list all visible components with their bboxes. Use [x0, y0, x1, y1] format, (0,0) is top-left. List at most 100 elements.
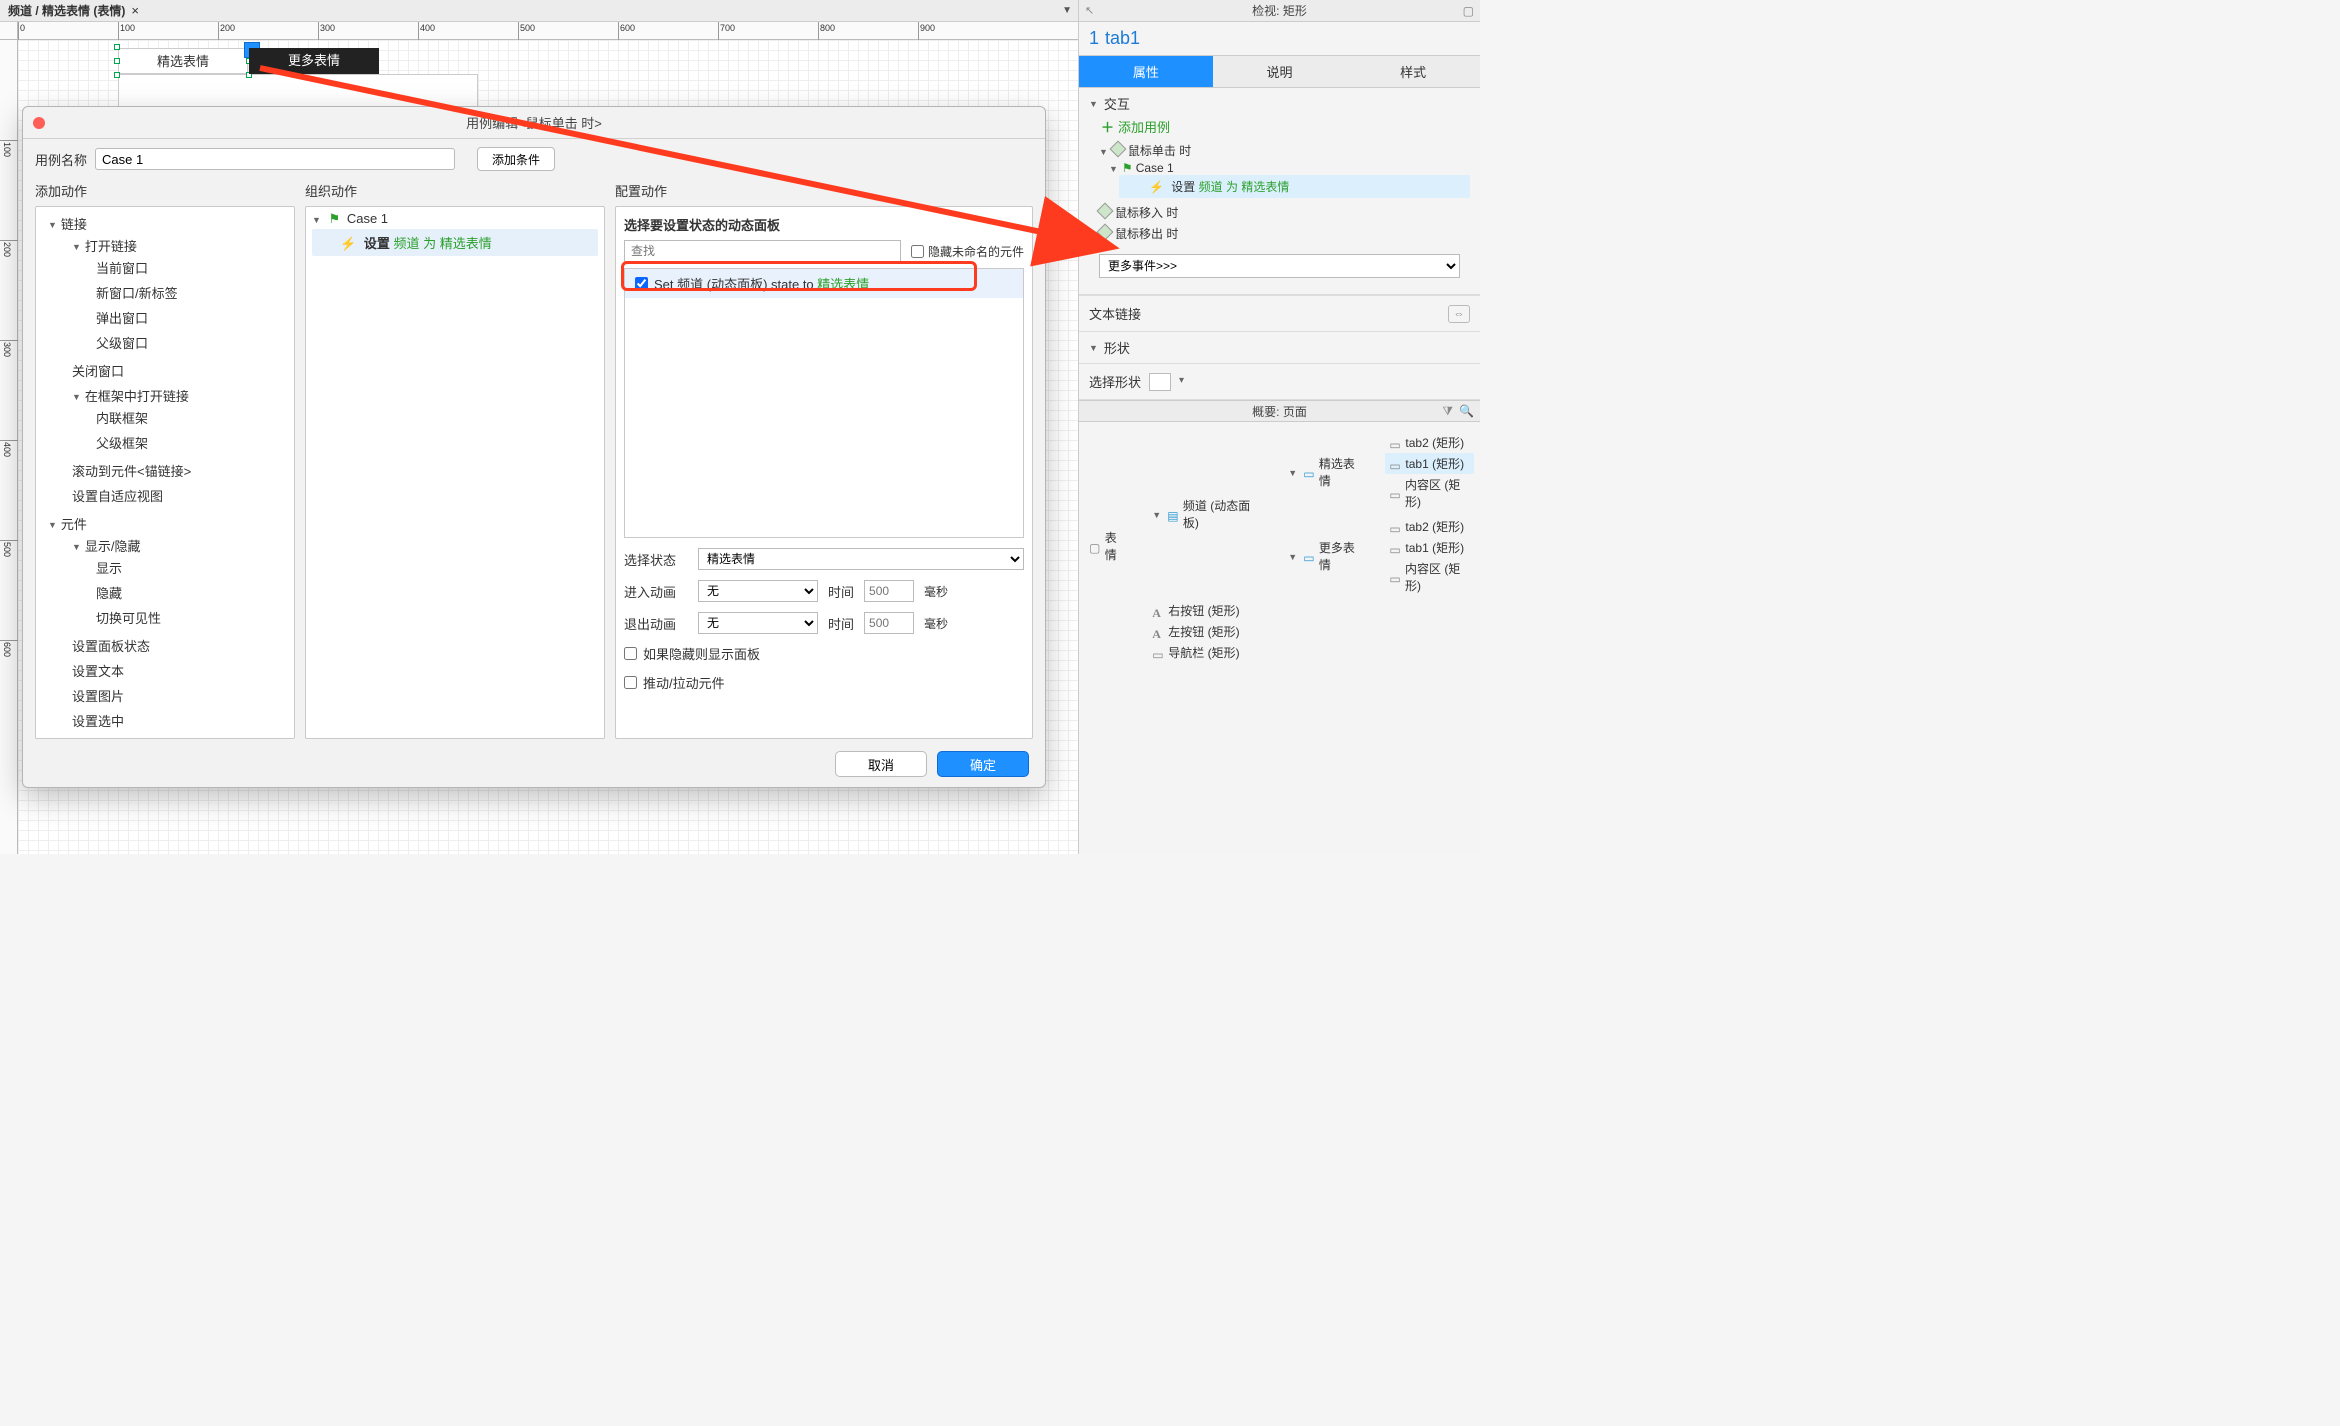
- action-tree-item[interactable]: 在框架中打开链接内联框架父级框架: [66, 383, 288, 458]
- actions-tree-panel[interactable]: 链接打开链接当前窗口新窗口/新标签弹出窗口父级窗口关闭窗口在框架中打开链接内联框…: [35, 206, 295, 739]
- event-case[interactable]: ⚑Case 1 ⚡ 设置 频道 为 精选表情: [1109, 159, 1470, 200]
- action-tree-item[interactable]: 当前窗口: [90, 255, 288, 280]
- tab-properties[interactable]: 属性: [1079, 56, 1213, 87]
- notes-icon[interactable]: ▢: [1463, 4, 1474, 18]
- ok-button[interactable]: 确定: [937, 751, 1029, 777]
- tab-notes[interactable]: 说明: [1213, 56, 1347, 87]
- tab-dropdown-icon[interactable]: ▼: [1062, 5, 1072, 16]
- reveal-label: 如果隐藏则显示面板: [643, 644, 760, 663]
- outline-widget[interactable]: tab1 (矩形): [1385, 453, 1474, 474]
- anim-in-dropdown[interactable]: 无: [698, 580, 818, 602]
- action-tree-item[interactable]: 关闭窗口: [66, 358, 288, 383]
- config-target-item[interactable]: Set 频道 (动态面板) state to 精选表情: [625, 269, 1023, 298]
- action-tree-item[interactable]: 切换可见性: [90, 605, 288, 630]
- organize-panel[interactable]: ⚑ Case 1 ⚡ 设置 频道 为 精选表情: [305, 206, 605, 739]
- outline-widget[interactable]: 左按钮 (矩形): [1148, 621, 1474, 642]
- outline-widget[interactable]: tab1 (矩形): [1385, 537, 1474, 558]
- organize-action-state: 精选表情: [440, 236, 492, 251]
- outline-state[interactable]: 精选表情 tab2 (矩形) tab1 (矩形) 内容区 (矩形): [1284, 430, 1474, 514]
- element-name: tab1: [1105, 28, 1140, 49]
- anim-in-label: 进入动画: [624, 582, 688, 601]
- shape-picker[interactable]: [1149, 373, 1171, 391]
- outline-root[interactable]: 表情 频道 (动态面板) 精选表情 tab2 (矩形) tab1 (矩形) 内容…: [1085, 426, 1474, 665]
- element-name-row[interactable]: 1 tab1: [1079, 22, 1480, 55]
- event-mouseout[interactable]: 鼠标移出 时: [1099, 223, 1470, 244]
- action-tree-item[interactable]: 设置自适应视图: [66, 483, 288, 508]
- time-out-input[interactable]: [864, 612, 914, 634]
- hide-unnamed-input[interactable]: [911, 245, 924, 258]
- pushpull-label: 推动/拉动元件: [643, 673, 725, 692]
- select-state-dropdown[interactable]: 精选表情: [698, 548, 1024, 570]
- outline-widget[interactable]: tab2 (矩形): [1385, 432, 1474, 453]
- time-out-label: 时间: [828, 614, 854, 633]
- action-tree-item[interactable]: 新窗口/新标签: [90, 280, 288, 305]
- action-tree-item[interactable]: 滚动到元件<锚链接>: [66, 458, 288, 483]
- pushpull-checkbox[interactable]: [624, 676, 637, 689]
- outline-state[interactable]: 更多表情 tab2 (矩形) tab1 (矩形) 内容区 (矩形): [1284, 514, 1474, 598]
- add-condition-button[interactable]: 添加条件: [477, 147, 555, 171]
- action-tree-item[interactable]: 隐藏: [90, 580, 288, 605]
- action-tree-item[interactable]: 父级框架: [90, 430, 288, 455]
- cancel-button[interactable]: 取消: [835, 751, 927, 777]
- page-tab-label[interactable]: 频道 / 精选表情 (表情): [8, 2, 125, 19]
- cursor-icon: [1097, 203, 1114, 220]
- bolt-icon: ⚡: [1149, 180, 1164, 194]
- action-tree-item[interactable]: 显示/隐藏显示隐藏切换可见性: [66, 533, 288, 633]
- hide-unnamed-checkbox[interactable]: 隐藏未命名的元件: [911, 243, 1024, 260]
- reveal-checkbox[interactable]: [624, 647, 637, 660]
- outline-tree[interactable]: 表情 频道 (动态面板) 精选表情 tab2 (矩形) tab1 (矩形) 内容…: [1079, 422, 1480, 854]
- outline-widget[interactable]: 内容区 (矩形): [1385, 558, 1474, 596]
- outline-widget[interactable]: 内容区 (矩形): [1385, 474, 1474, 512]
- event-action[interactable]: ⚡ 设置 频道 为 精选表情: [1119, 175, 1470, 198]
- action-tree-item[interactable]: 链接打开链接当前窗口新窗口/新标签弹出窗口父级窗口关闭窗口在框架中打开链接内联框…: [42, 211, 288, 511]
- more-events-dropdown[interactable]: 更多事件>>>: [1099, 254, 1460, 278]
- action-tree-item[interactable]: 设置文本: [66, 658, 288, 683]
- ruler-vertical[interactable]: 100200300400500600: [0, 40, 18, 854]
- dialog-title: 用例编辑<鼠标单击 时>: [23, 113, 1045, 132]
- outline-widget[interactable]: 右按钮 (矩形): [1148, 600, 1474, 621]
- action-tree-item[interactable]: 显示: [90, 555, 288, 580]
- config-search-input[interactable]: [624, 240, 901, 262]
- filter-icon[interactable]: ⧩: [1442, 404, 1453, 419]
- section-shape[interactable]: 形状: [1089, 338, 1470, 357]
- search-icon[interactable]: 🔍: [1459, 404, 1474, 419]
- config-target-list[interactable]: Set 频道 (动态面板) state to 精选表情: [624, 268, 1024, 538]
- add-case-link[interactable]: ＋ 添加用例: [1089, 113, 1470, 140]
- action-tree-item[interactable]: 设置选中: [66, 708, 288, 733]
- add-action-header: 添加动作: [35, 179, 295, 206]
- organize-action[interactable]: ⚡ 设置 频道 为 精选表情: [312, 229, 598, 256]
- anim-out-dropdown[interactable]: 无: [698, 612, 818, 634]
- ms-in-unit: 毫秒: [924, 583, 948, 600]
- action-tree-item[interactable]: 父级窗口: [90, 330, 288, 355]
- config-target-checkbox[interactable]: [635, 277, 648, 290]
- collapse-inspector-icon[interactable]: ↖: [1085, 4, 1094, 17]
- time-in-input[interactable]: [864, 580, 914, 602]
- action-tree-item[interactable]: 内联框架: [90, 405, 288, 430]
- outline-widget[interactable]: tab2 (矩形): [1385, 516, 1474, 537]
- tab-style[interactable]: 样式: [1346, 56, 1480, 87]
- action-tree-item[interactable]: 打开链接当前窗口新窗口/新标签弹出窗口父级窗口: [66, 233, 288, 358]
- dialog-titlebar[interactable]: 用例编辑<鼠标单击 时>: [23, 107, 1045, 139]
- inspector-title: 检视: 矩形: [1252, 2, 1307, 19]
- config-header: 配置动作: [615, 179, 1033, 206]
- outline-panel[interactable]: 频道 (动态面板) 精选表情 tab2 (矩形) tab1 (矩形) 内容区 (…: [1148, 428, 1474, 600]
- bolt-icon: ⚡: [340, 236, 356, 251]
- case-name-input[interactable]: [95, 148, 455, 170]
- action-tree-item[interactable]: 弹出窗口: [90, 305, 288, 330]
- tab-more[interactable]: 更多表情: [249, 48, 379, 74]
- action-tree-item[interactable]: 元件显示/隐藏显示隐藏切换可见性设置面板状态设置文本设置图片设置选中: [42, 511, 288, 736]
- organize-action-prefix: 设置: [364, 236, 390, 251]
- event-click[interactable]: 鼠标单击 时 ⚑Case 1 ⚡ 设置 频道 为 精选表情: [1099, 140, 1470, 202]
- action-tree-item[interactable]: 设置图片: [66, 683, 288, 708]
- event-mousein[interactable]: 鼠标移入 时: [1099, 202, 1470, 223]
- action-tree-item[interactable]: 设置面板状态: [66, 633, 288, 658]
- organize-case[interactable]: ⚑ Case 1: [312, 211, 598, 227]
- link-icon[interactable]: ⇔: [1448, 305, 1470, 323]
- anim-out-label: 退出动画: [624, 614, 688, 633]
- outline-widget[interactable]: 导航栏 (矩形): [1148, 642, 1474, 663]
- selection-handles[interactable]: [118, 48, 248, 74]
- section-interaction[interactable]: 交互: [1089, 94, 1470, 113]
- ruler-horizontal[interactable]: 0100200300400500600700800900: [18, 22, 1078, 40]
- outline-title: 概要: 页面: [1252, 403, 1307, 420]
- close-tab-icon[interactable]: ×: [131, 3, 139, 18]
